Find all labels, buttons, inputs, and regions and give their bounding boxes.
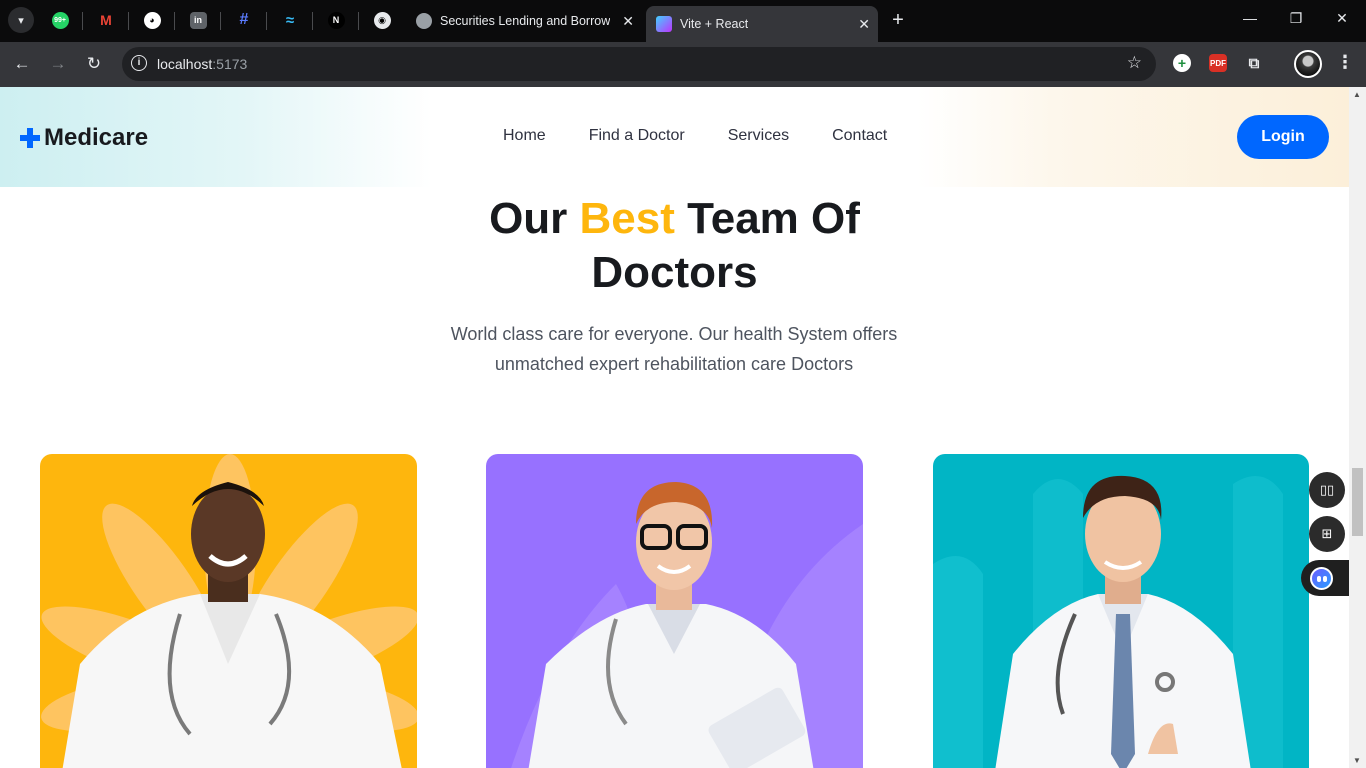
- site-logo[interactable]: Medicare: [20, 124, 148, 152]
- tab-separator: [220, 12, 221, 30]
- pinned-tab-gmail[interactable]: M: [84, 5, 128, 35]
- gmail-icon: M: [100, 12, 112, 28]
- doctor-photo-2: [511, 482, 863, 768]
- nav-link-find-a-doctor[interactable]: Find a Doctor: [589, 127, 685, 145]
- assistant-widget[interactable]: [1301, 560, 1349, 596]
- reader-book-icon[interactable]: ▯▯: [1309, 472, 1345, 508]
- extension-plus-icon[interactable]: +: [1173, 54, 1191, 72]
- close-window-icon[interactable]: ✕: [1332, 10, 1352, 27]
- browser-toolbar: ← → ↻ i localhost:5173 ☆ + PDF ⧉ ⋮: [0, 42, 1366, 87]
- address-bar[interactable]: i localhost:5173 ☆: [122, 47, 1156, 81]
- url-port: :5173: [212, 56, 248, 72]
- restore-icon[interactable]: ❐: [1286, 10, 1306, 27]
- robot-icon: ◉: [373, 11, 391, 29]
- subtext-line2: unmatched expert rehabilitation care Doc…: [494, 354, 854, 374]
- pinned-tab-github[interactable]: ◕: [130, 5, 174, 35]
- heading-post: Team Of: [674, 194, 860, 243]
- address-url: localhost:5173: [157, 56, 247, 72]
- url-host: localhost: [157, 56, 213, 72]
- site-info-icon[interactable]: i: [131, 55, 147, 71]
- tab-title: Securities Lending and Borrowing: [440, 14, 610, 28]
- tab-securities-lending[interactable]: Securities Lending and Borrowing ✕: [406, 6, 642, 36]
- apps-grid-icon[interactable]: ⊞: [1309, 516, 1345, 552]
- section-heading: Our Best Team Of Doctors: [0, 192, 1349, 300]
- tab-separator: [312, 12, 313, 30]
- tab-search-chevron-icon[interactable]: ▾: [8, 7, 34, 33]
- nav-link-home[interactable]: Home: [503, 127, 546, 145]
- nav-link-services[interactable]: Services: [728, 127, 789, 145]
- pinned-tab-nextjs[interactable]: N: [314, 5, 358, 35]
- section-subtext: World class care for everyone. Our healt…: [424, 319, 924, 379]
- pinned-tab-tailwind[interactable]: ≈: [268, 5, 312, 35]
- medical-cross-icon: [20, 128, 40, 148]
- login-button[interactable]: Login: [1237, 115, 1329, 159]
- close-tab-icon[interactable]: ✕: [622, 13, 634, 30]
- heading-line2: Doctors: [591, 248, 758, 297]
- new-tab-button[interactable]: +: [886, 9, 910, 33]
- doctor-card-1[interactable]: [40, 454, 417, 768]
- tab-title: Vite + React: [680, 17, 749, 31]
- forward-arrow-icon[interactable]: →: [45, 52, 71, 78]
- tab-separator: [266, 12, 267, 30]
- bookmark-star-icon[interactable]: ☆: [1127, 53, 1142, 73]
- page-viewport: Medicare Home Find a Doctor Services Con…: [0, 87, 1366, 768]
- github-icon: ◕: [143, 11, 161, 29]
- pinned-tab-linkedin[interactable]: in: [176, 5, 220, 35]
- scrollbar-thumb[interactable]: [1352, 468, 1363, 536]
- heading-accent: Best: [579, 194, 675, 243]
- scroll-down-arrow-icon[interactable]: ▼: [1353, 756, 1361, 765]
- pinned-tab-hashnode[interactable]: #: [222, 5, 266, 35]
- doctor-card-2[interactable]: [486, 454, 863, 768]
- vite-icon: [656, 16, 672, 32]
- extensions-puzzle-icon[interactable]: ⧉: [1245, 54, 1263, 72]
- pdf-extension-icon[interactable]: PDF: [1209, 54, 1227, 72]
- browser-tab-bar: ▾ 99+ M ◕ in # ≈ N ◉ Securities Lending …: [0, 0, 1366, 42]
- nav-link-contact[interactable]: Contact: [832, 127, 887, 145]
- profile-avatar[interactable]: [1294, 50, 1322, 78]
- doctor-photo-1: [41, 454, 417, 768]
- browser-menu-icon[interactable]: ⋮: [1336, 52, 1354, 73]
- linkedin-icon: in: [189, 11, 207, 29]
- whatsapp-icon: 99+: [51, 11, 69, 29]
- scroll-up-arrow-icon[interactable]: ▲: [1353, 90, 1361, 99]
- subtext-line1: World class care for everyone. Our healt…: [450, 324, 898, 344]
- tab-separator: [358, 12, 359, 30]
- doctor-photo-3: [933, 475, 1283, 768]
- main-nav: Home Find a Doctor Services Contact: [503, 127, 930, 145]
- page-scrollbar[interactable]: ▲ ▼: [1349, 87, 1366, 768]
- back-arrow-icon[interactable]: ←: [9, 52, 35, 78]
- brand-name: Medicare: [44, 124, 149, 151]
- tab-separator: [82, 12, 83, 30]
- reload-icon[interactable]: ↻: [81, 52, 107, 78]
- heading-pre: Our: [489, 194, 580, 243]
- pinned-tab-chat[interactable]: ◉: [360, 5, 404, 35]
- assistant-bot-icon: [1310, 567, 1333, 590]
- tailwind-icon: ≈: [285, 11, 295, 29]
- close-tab-icon[interactable]: ✕: [858, 16, 870, 33]
- site-header: Medicare Home Find a Doctor Services Con…: [0, 87, 1349, 187]
- tab-separator: [128, 12, 129, 30]
- pinned-tab-whatsapp[interactable]: 99+: [38, 5, 82, 35]
- tab-vite-react[interactable]: Vite + React ✕: [646, 6, 878, 42]
- nextjs-icon: N: [327, 11, 345, 29]
- minimize-icon[interactable]: —: [1240, 10, 1260, 26]
- globe-icon: [416, 13, 432, 29]
- hashnode-icon: #: [239, 11, 249, 28]
- tab-separator: [174, 12, 175, 30]
- doctor-card-3[interactable]: [933, 454, 1309, 768]
